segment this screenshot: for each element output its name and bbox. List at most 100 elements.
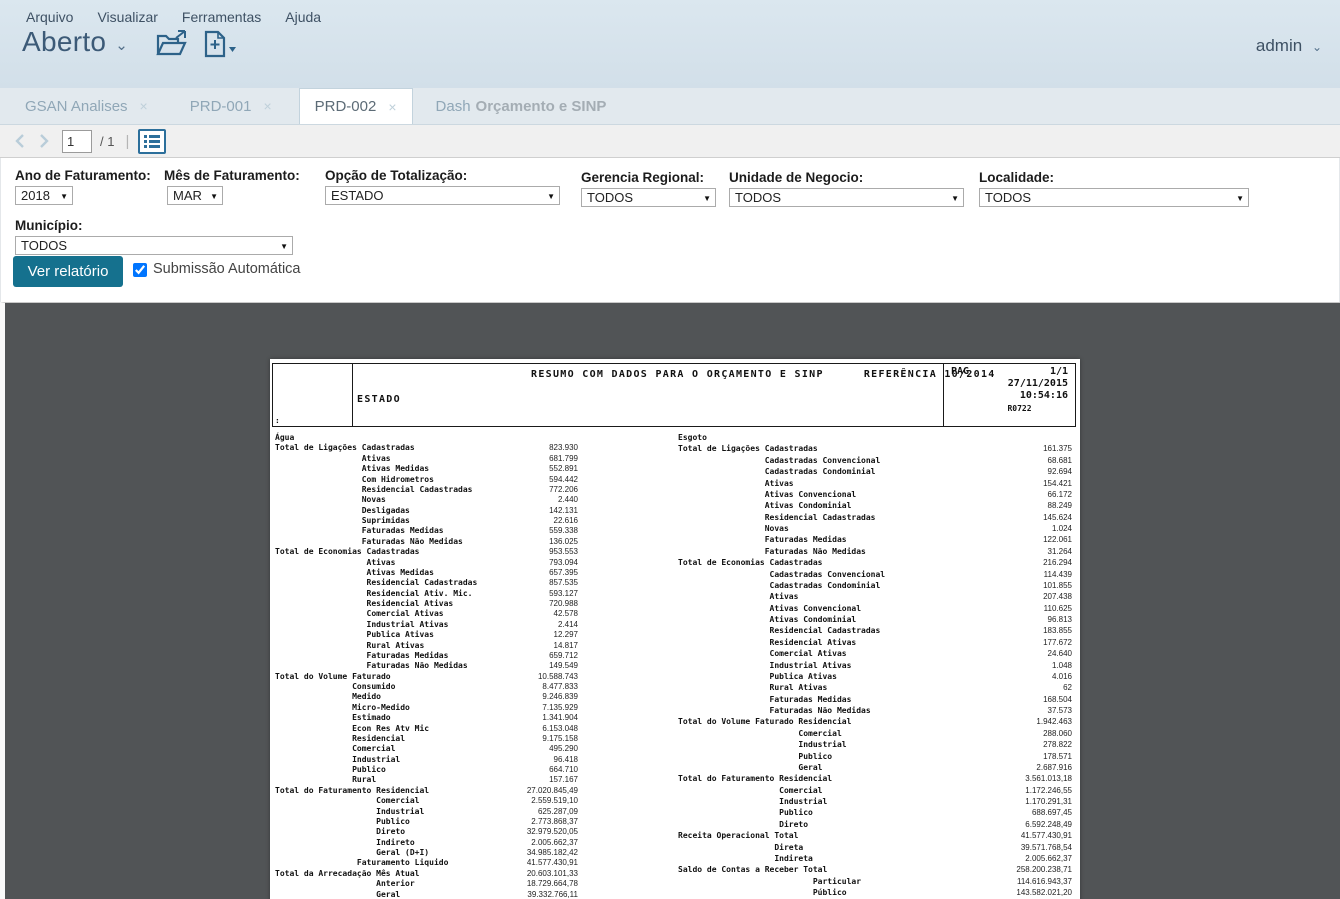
report-row-label: Rural Ativas	[275, 641, 424, 650]
gerencia-select[interactable]: TODOS▼	[581, 188, 716, 207]
report-row-label: Residencial Ativas	[678, 638, 856, 647]
close-icon[interactable]: ×	[263, 98, 271, 114]
auto-submit-label: Submissão Automática	[153, 261, 301, 277]
ano-label: Ano de Faturamento:	[15, 168, 151, 183]
report-row-label: Residencial Cadastradas	[678, 626, 880, 635]
open-dropdown[interactable]: Aberto	[22, 26, 106, 58]
localidade-select[interactable]: TODOS▼	[979, 188, 1249, 207]
report-row-label: Consumido	[275, 682, 395, 691]
tabbar: GSAN Analises × PRD-001 × PRD-002 × Dash…	[0, 88, 1340, 125]
report-row-value: 149.549	[549, 661, 578, 670]
report-row: Residencial Ativas 720.988	[275, 599, 578, 609]
report-row: Faturadas Não Medidas 149.549	[275, 661, 578, 671]
auto-submit-checkbox[interactable]	[133, 263, 147, 277]
opcao-select[interactable]: ESTADO▼	[325, 186, 560, 205]
toolbar-separator: |	[125, 133, 129, 150]
menu-visualizar[interactable]: Visualizar	[97, 9, 157, 25]
report-row: Faturadas Não Medidas 136.025	[275, 537, 578, 547]
report-row-value: 216.294	[1043, 558, 1072, 567]
report-row: Faturadas Não Medidas 31.264	[678, 547, 1072, 558]
report-row: Água	[275, 433, 578, 443]
page-number-input[interactable]	[62, 130, 92, 153]
report-row-label: Ativas Convencional	[678, 490, 856, 499]
report-row-label: Esgoto	[678, 433, 707, 442]
mes-select[interactable]: MAR▼	[167, 186, 223, 205]
report-row-label: Faturadas Não Medidas	[275, 661, 468, 670]
report-row-value: 720.988	[549, 599, 578, 608]
pag-value: 1/1	[1050, 366, 1068, 377]
table-of-contents-icon[interactable]	[138, 129, 166, 154]
tab-gsan-analises[interactable]: GSAN Analises ×	[10, 88, 163, 124]
report-row-label: Comercial	[678, 729, 842, 738]
report-row: Total de Ligações Cadastradas 823.930	[275, 443, 578, 453]
report-row: Industrial 1.170.291,31	[678, 797, 1072, 808]
unidade-select[interactable]: TODOS▼	[729, 188, 964, 207]
report-row: Novas 1.024	[678, 524, 1072, 535]
report-row-label: Rural Ativas	[678, 683, 827, 692]
report-row: Publica Ativas 4.016	[678, 672, 1072, 683]
report-page: : RESUMO COM DADOS PARA O ORÇAMENTO E SI…	[270, 359, 1080, 899]
report-row-value: 154.421	[1043, 479, 1072, 488]
report-row-value: 9.175.158	[542, 734, 578, 743]
report-row-label: Comercial	[275, 796, 420, 805]
report-row: Público 143.582.021,20	[678, 888, 1072, 899]
ano-select[interactable]: 2018▼	[15, 186, 73, 205]
report-row-label: Total de Ligações Cadastradas	[275, 443, 415, 452]
menu-arquivo[interactable]: Arquivo	[26, 9, 73, 25]
report-row-value: 793.094	[549, 558, 578, 567]
report-row: Total de Economias Cadastradas 953.553	[275, 547, 578, 557]
report-row-value: 559.338	[549, 526, 578, 535]
report-row: Cadastradas Convencional 68.681	[678, 456, 1072, 467]
report-row-label: Faturadas Medidas	[275, 651, 448, 660]
tab-label-bold: Orçamento e SINP	[476, 98, 607, 115]
report-row: Comercial 1.172.246,55	[678, 786, 1072, 797]
report-scope: ESTADO	[357, 394, 401, 405]
report-row-label: Industrial	[275, 755, 400, 764]
report-row-label: Faturadas Não Medidas	[275, 537, 463, 546]
report-row-label: Publica Ativas	[678, 672, 837, 681]
report-header-left-cell: :	[273, 364, 353, 426]
report-row-value: 681.799	[549, 454, 578, 463]
report-row-label: Faturadas Medidas	[275, 526, 444, 535]
report-column-agua: Água Total de Ligações Cadastradas 823.9…	[275, 433, 578, 899]
open-row: Aberto ⌄	[22, 26, 237, 58]
close-icon[interactable]: ×	[388, 99, 396, 115]
report-row: Total de Ligações Cadastradas 161.375	[678, 444, 1072, 455]
report-row-label: Residencial	[275, 734, 405, 743]
report-viewport[interactable]: : RESUMO COM DADOS PARA O ORÇAMENTO E SI…	[0, 302, 1340, 899]
report-row-label: Faturadas Não Medidas	[678, 706, 871, 715]
new-report-icon[interactable]	[204, 30, 237, 58]
menu-ferramentas[interactable]: Ferramentas	[182, 9, 261, 25]
open-folder-icon[interactable]	[156, 30, 188, 58]
report-row-value: 258.200.238,71	[1016, 865, 1072, 874]
ver-relatorio-button[interactable]: Ver relatório	[13, 256, 123, 287]
report-row-value: 207.438	[1043, 592, 1072, 601]
report-row-label: Ativas Condominial	[678, 501, 851, 510]
report-row-value: 178.571	[1043, 752, 1072, 761]
user-menu[interactable]: admin ⌄	[1256, 36, 1322, 56]
report-code: R0722	[951, 404, 1068, 413]
tab-prd-002[interactable]: PRD-002 ×	[299, 88, 413, 124]
report-row-value: 183.855	[1043, 626, 1072, 635]
report-row: Residencial 9.175.158	[275, 734, 578, 744]
report-row: Suprimidas 22.616	[275, 516, 578, 526]
tab-dash-orcamento[interactable]: Dash Orçamento e SINP	[421, 88, 622, 124]
report-row-value: 161.375	[1043, 444, 1072, 453]
menubar: Arquivo Visualizar Ferramentas Ajuda	[26, 9, 321, 25]
prev-page-icon[interactable]	[14, 133, 28, 149]
report-row: Total da Arrecadação Mês Atual 20.603.10…	[275, 869, 578, 879]
report-row-label: Ativas	[678, 592, 798, 601]
report-row-label: Faturadas Medidas	[678, 535, 847, 544]
report-title: RESUMO COM DADOS PARA O ORÇAMENTO E SINP	[531, 369, 824, 380]
tab-prd-001[interactable]: PRD-001 ×	[175, 88, 287, 124]
report-row-value: 32.979.520,05	[527, 827, 578, 836]
report-row-label: Receita Operacional Total	[678, 831, 798, 840]
municipio-select[interactable]: TODOS▼	[15, 236, 293, 255]
menu-ajuda[interactable]: Ajuda	[285, 9, 321, 25]
report-row-label: Total de Ligações Cadastradas	[678, 444, 818, 453]
next-page-icon[interactable]	[38, 133, 52, 149]
report-row-label: Cadastradas Convencional	[678, 570, 885, 579]
report-row-value: 41.577.430,91	[527, 858, 578, 867]
close-icon[interactable]: ×	[140, 98, 148, 114]
report-row-value: 20.603.101,33	[527, 869, 578, 878]
